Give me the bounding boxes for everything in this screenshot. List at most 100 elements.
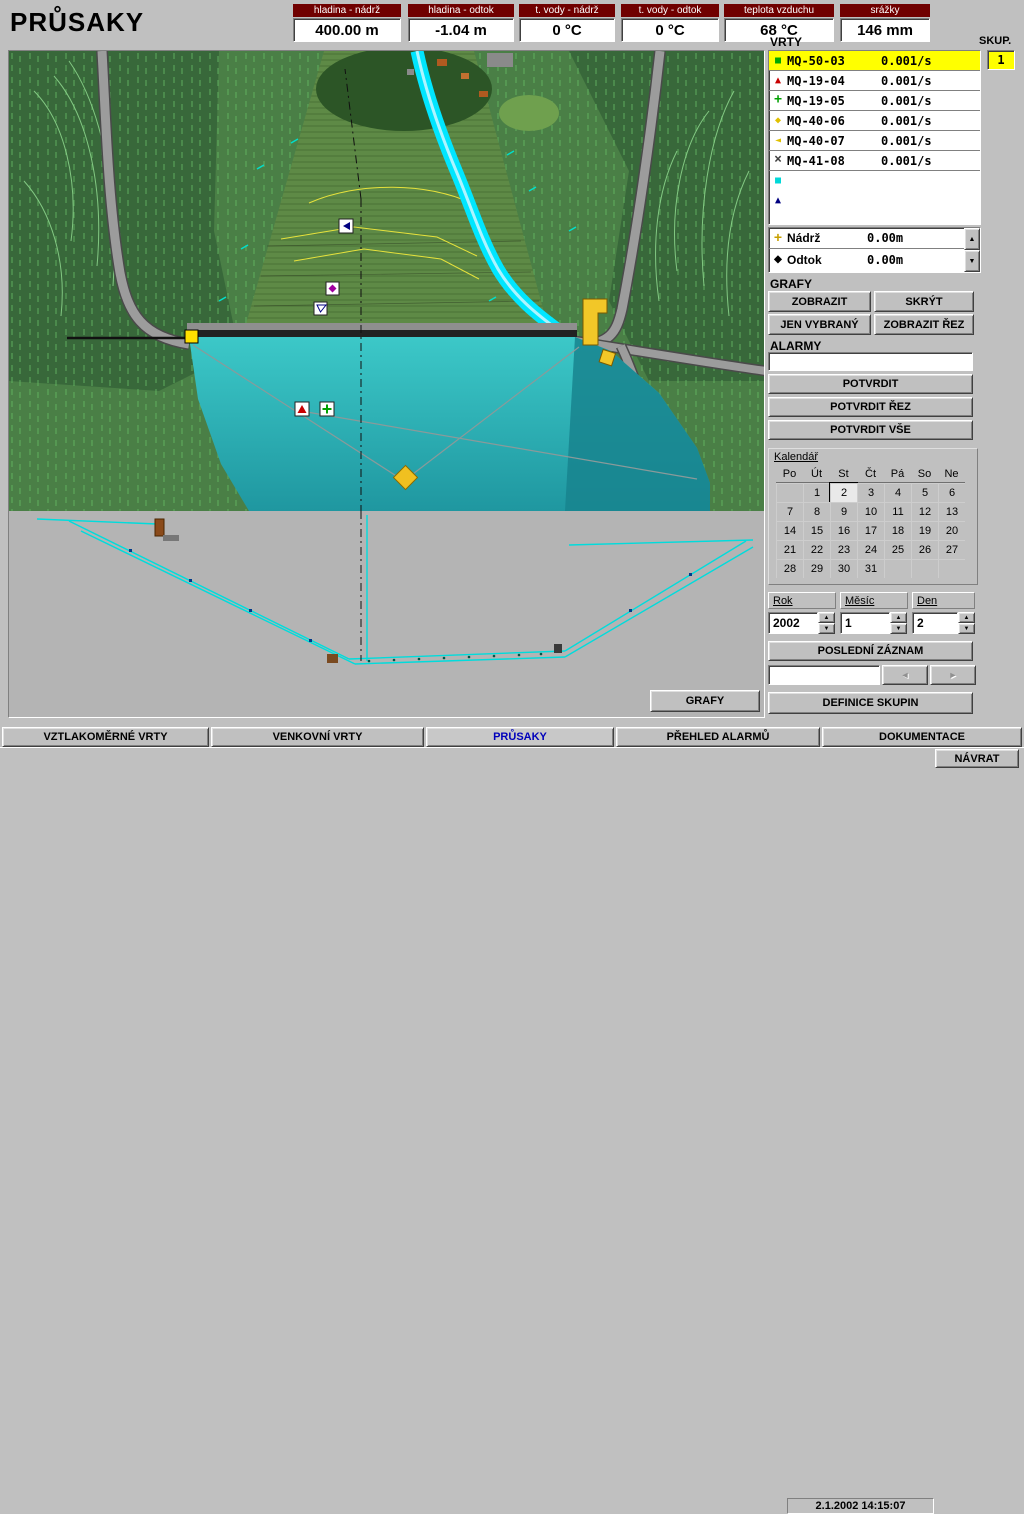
calendar-day[interactable]: 7 bbox=[776, 502, 803, 521]
tab-dokumentace[interactable]: DOKUMENTACE bbox=[822, 727, 1022, 747]
page-title: PRŮSAKY bbox=[10, 7, 144, 38]
calendar-day[interactable]: 11 bbox=[884, 502, 911, 521]
tab-vztlakomerne-vrty[interactable]: VZTLAKOMĚRNÉ VRTY bbox=[2, 727, 209, 747]
calendar-day[interactable]: 5 bbox=[911, 483, 938, 502]
back-button[interactable]: NÁVRAT bbox=[935, 749, 1019, 768]
month-label: Měsíc bbox=[840, 592, 908, 609]
calendar-day[interactable]: 26 bbox=[911, 540, 938, 559]
graphs-section-label: GRAFY bbox=[770, 277, 812, 291]
calendar-day[interactable]: 13 bbox=[938, 502, 965, 521]
level-name: Nádrž bbox=[787, 231, 867, 245]
calendar-day[interactable]: 30 bbox=[830, 559, 857, 578]
confirm-all-button[interactable]: POTVRDIT VŠE bbox=[768, 420, 973, 440]
only-selected-button[interactable]: JEN VYBRANÝ bbox=[768, 314, 871, 335]
alarm-field[interactable] bbox=[768, 352, 973, 371]
group-number-cell[interactable]: 1 bbox=[987, 50, 1015, 70]
scroll-up-button[interactable]: ▲ bbox=[964, 228, 980, 250]
graphs-button[interactable]: GRAFY bbox=[650, 690, 760, 712]
well-row[interactable]: MQ-40-06 0.001/s bbox=[769, 111, 980, 131]
black-diamond-icon bbox=[769, 251, 787, 269]
yellow-plus-icon bbox=[769, 228, 787, 249]
hide-graphs-button[interactable]: SKRÝT bbox=[874, 291, 974, 312]
well-row[interactable]: MQ-19-04 0.001/s bbox=[769, 71, 980, 91]
calendar-day[interactable]: 18 bbox=[884, 521, 911, 540]
well-row[interactable] bbox=[769, 171, 980, 191]
calendar-day[interactable]: 23 bbox=[830, 540, 857, 559]
calendar-day[interactable]: 20 bbox=[938, 521, 965, 540]
show-graphs-button[interactable]: ZOBRAZIT bbox=[768, 291, 871, 312]
metric-srazky: srážky 146 mm bbox=[840, 4, 930, 42]
tab-venkovni-vrty[interactable]: VENKOVNÍ VRTY bbox=[211, 727, 424, 747]
last-record-button[interactable]: POSLEDNÍ ZÁZNAM bbox=[768, 641, 973, 661]
well-row[interactable]: MQ-40-07 0.001/s bbox=[769, 131, 980, 151]
day-down-button[interactable]: ▼ bbox=[958, 623, 975, 634]
red-triangle-icon bbox=[769, 72, 787, 90]
calendar-title[interactable]: Kalendář bbox=[774, 451, 818, 463]
month-field[interactable]: 1 bbox=[840, 612, 890, 634]
calendar-day[interactable]: 24 bbox=[857, 540, 884, 559]
group-prev-button[interactable]: ◄ bbox=[882, 665, 928, 685]
calendar-day[interactable]: 9 bbox=[830, 502, 857, 521]
calendar-day[interactable]: 16 bbox=[830, 521, 857, 540]
level-name: Odtok bbox=[787, 253, 867, 267]
calendar-day[interactable]: 27 bbox=[938, 540, 965, 559]
calendar-day[interactable]: 21 bbox=[776, 540, 803, 559]
calendar-day[interactable]: 10 bbox=[857, 502, 884, 521]
calendar-day-selected[interactable]: 2 bbox=[830, 483, 857, 502]
calendar-day bbox=[884, 559, 911, 578]
calendar-day[interactable]: 12 bbox=[911, 502, 938, 521]
define-groups-button[interactable]: DEFINICE SKUPIN bbox=[768, 692, 973, 714]
month-down-button[interactable]: ▼ bbox=[890, 623, 907, 634]
tab-prehled-alarmu[interactable]: PŘEHLED ALARMŮ bbox=[616, 727, 820, 747]
well-name: MQ-40-06 bbox=[787, 114, 881, 128]
year-up-button[interactable]: ▲ bbox=[818, 612, 835, 623]
year-field[interactable]: 2002 bbox=[768, 612, 818, 634]
well-row[interactable]: MQ-19-05 0.001/s bbox=[769, 91, 980, 111]
calendar-day[interactable]: 8 bbox=[803, 502, 830, 521]
calendar-day[interactable]: 31 bbox=[857, 559, 884, 578]
metric-hladina-odtok: hladina - odtok -1.04 m bbox=[408, 4, 514, 42]
well-marker-yellow-square[interactable] bbox=[185, 330, 198, 343]
calendar-day[interactable]: 1 bbox=[803, 483, 830, 502]
datetime-display: 2.1.2002 14:15:07 bbox=[787, 1498, 934, 1514]
calendar-day[interactable]: 3 bbox=[857, 483, 884, 502]
calendar-day[interactable]: 22 bbox=[803, 540, 830, 559]
well-row[interactable]: MQ-50-03 0.001/s bbox=[769, 51, 980, 71]
calendar-day[interactable]: 14 bbox=[776, 521, 803, 540]
well-marker-diamond[interactable] bbox=[326, 282, 339, 295]
day-field[interactable]: 2 bbox=[912, 612, 958, 634]
well-marker-green-plus[interactable] bbox=[320, 402, 334, 416]
metric-value: 0 °C bbox=[621, 18, 719, 42]
confirm-button[interactable]: POTVRDIT bbox=[768, 374, 973, 394]
scroll-down-button[interactable]: ▼ bbox=[964, 250, 980, 272]
confirm-section-button[interactable]: POTVRDIT ŘEZ bbox=[768, 397, 973, 417]
level-row[interactable]: Nádrž 0.00m bbox=[769, 228, 964, 249]
well-row[interactable] bbox=[769, 191, 980, 211]
group-next-button[interactable]: ► bbox=[930, 665, 976, 685]
show-section-button[interactable]: ZOBRAZIT ŘEZ bbox=[874, 314, 974, 335]
day-header: Út bbox=[803, 467, 830, 483]
calendar-day[interactable]: 4 bbox=[884, 483, 911, 502]
calendar-day[interactable]: 17 bbox=[857, 521, 884, 540]
tab-prusaky[interactable]: PRŮSAKY bbox=[426, 727, 614, 747]
month-up-button[interactable]: ▲ bbox=[890, 612, 907, 623]
cyan-square-icon bbox=[769, 172, 787, 190]
metric-hladina-nadrz: hladina - nádrž 400.00 m bbox=[293, 4, 401, 42]
day-up-button[interactable]: ▲ bbox=[958, 612, 975, 623]
calendar-day[interactable]: 28 bbox=[776, 559, 803, 578]
group-name-field[interactable] bbox=[768, 665, 880, 685]
calendar-day[interactable]: 6 bbox=[938, 483, 965, 502]
calendar-day[interactable]: 15 bbox=[803, 521, 830, 540]
terrain-map bbox=[9, 51, 765, 511]
well-marker-red-triangle[interactable] bbox=[295, 402, 309, 416]
calendar-day[interactable]: 29 bbox=[803, 559, 830, 578]
calendar-day[interactable]: 19 bbox=[911, 521, 938, 540]
screen: { "header": { "title": "PRŮSAKY", "metri… bbox=[0, 0, 1024, 768]
calendar-day[interactable]: 25 bbox=[884, 540, 911, 559]
level-row[interactable]: Odtok 0.00m bbox=[769, 249, 964, 270]
year-down-button[interactable]: ▼ bbox=[818, 623, 835, 634]
well-marker-down-triangle[interactable] bbox=[314, 302, 327, 315]
well-row[interactable]: MQ-41-08 0.001/s bbox=[769, 151, 980, 171]
well-name: MQ-19-05 bbox=[787, 94, 881, 108]
well-marker-left-triangle[interactable] bbox=[339, 219, 353, 233]
